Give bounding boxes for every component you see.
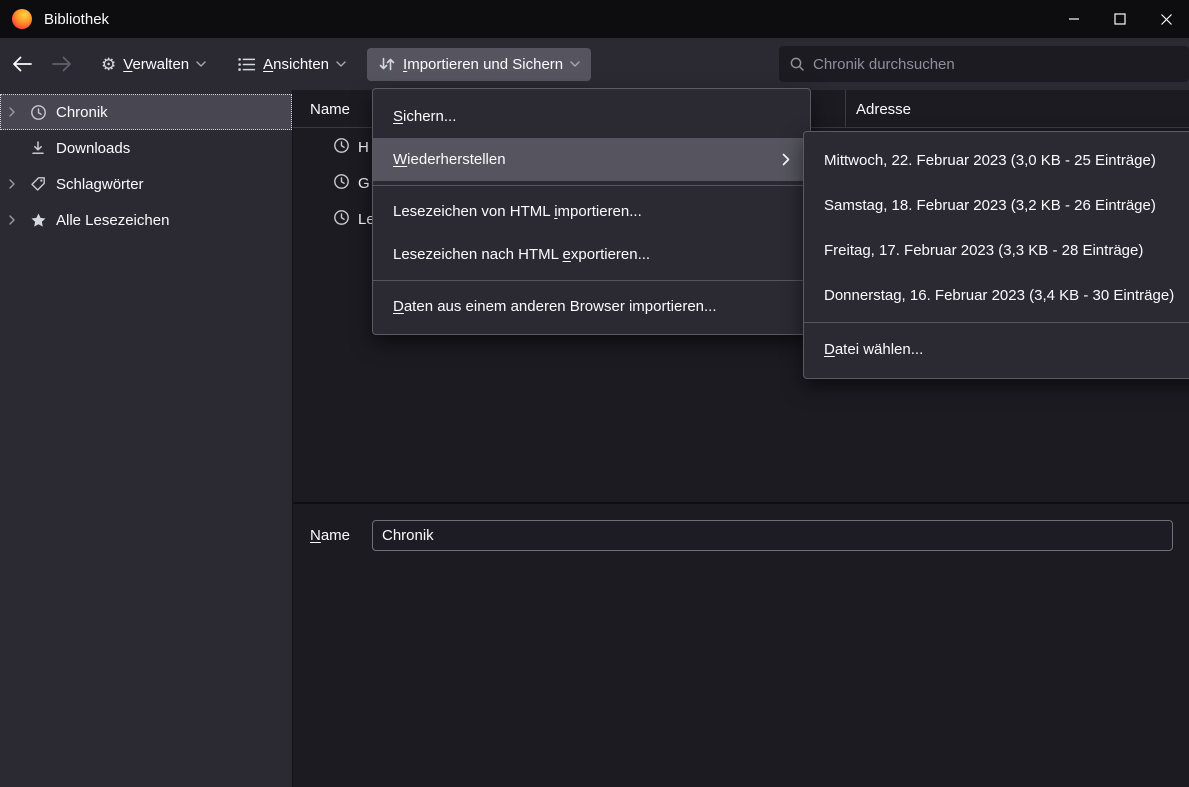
search-icon <box>789 56 805 72</box>
importieren-und-sichern-button[interactable]: Importieren und Sichern <box>367 48 591 81</box>
views-list-icon <box>238 57 256 72</box>
expand-chevron-icon[interactable] <box>8 106 20 118</box>
wiederherstellen-submenu: Mittwoch, 22. Februar 2023 (3,0 KB - 25 … <box>803 131 1189 379</box>
sidebar-item-downloads[interactable]: Downloads <box>0 130 292 166</box>
menu-separator <box>804 322 1189 323</box>
chevron-down-icon <box>336 61 346 67</box>
menu-item-label: Daten aus einem anderen Browser importie… <box>393 298 717 315</box>
submenu-item-datei-waehlen[interactable]: Datei wählen... <box>804 327 1189 372</box>
clock-icon <box>333 137 350 158</box>
menu-item-daten-importieren[interactable]: Daten aus einem anderen Browser importie… <box>373 285 810 328</box>
sidebar-item-label: Chronik <box>56 104 108 121</box>
ansichten-button[interactable]: Ansichten <box>227 48 357 81</box>
clock-icon <box>333 173 350 194</box>
download-icon <box>29 140 47 156</box>
close-button[interactable] <box>1143 0 1189 38</box>
minimize-button[interactable] <box>1051 0 1097 38</box>
menu-item-wiederherstellen[interactable]: Wiederherstellen <box>373 138 810 181</box>
maximize-button[interactable] <box>1097 0 1143 38</box>
menu-item-label: Sichern... <box>393 108 456 125</box>
menu-item-label: Lesezeichen von HTML importieren... <box>393 203 642 220</box>
expand-chevron-icon[interactable] <box>8 214 20 226</box>
submenu-item-backup-date[interactable]: Mittwoch, 22. Februar 2023 (3,0 KB - 25 … <box>804 138 1189 183</box>
star-icon <box>29 212 47 229</box>
titlebar: Bibliothek <box>0 0 1189 38</box>
column-header-name[interactable]: Name <box>310 90 350 128</box>
submenu-item-backup-date[interactable]: Freitag, 17. Februar 2023 (3,3 KB - 28 E… <box>804 228 1189 273</box>
search-input[interactable] <box>813 56 1179 73</box>
menu-item-label: Datei wählen... <box>824 341 923 358</box>
verwalten-button[interactable]: ⚙ Verwalten <box>90 48 217 81</box>
menu-item-label: Samstag, 18. Februar 2023 (3,2 KB - 26 E… <box>824 197 1156 214</box>
pane-splitter[interactable] <box>293 502 1189 504</box>
menu-separator <box>373 185 810 186</box>
window-title: Bibliothek <box>44 11 109 28</box>
history-row-label: H <box>358 139 369 156</box>
minimize-icon <box>1068 13 1080 25</box>
sidebar-item-schlagwoerter[interactable]: Schlagwörter <box>0 166 292 202</box>
toolbar: ⚙ Verwalten Ansichten Importieren und Si… <box>0 38 1189 90</box>
window-controls <box>1051 0 1189 38</box>
close-icon <box>1160 13 1173 26</box>
menu-item-label: Freitag, 17. Februar 2023 (3,3 KB - 28 E… <box>824 242 1143 259</box>
sidebar-item-label: Schlagwörter <box>56 176 144 193</box>
sidebar-item-label: Downloads <box>56 140 130 157</box>
clock-icon <box>29 104 47 121</box>
menu-item-label: Lesezeichen nach HTML exportieren... <box>393 246 650 263</box>
column-header-adresse[interactable]: Adresse <box>845 90 1189 128</box>
back-arrow-icon <box>11 55 33 73</box>
maximize-icon <box>1114 13 1126 25</box>
menu-item-sichern[interactable]: Sichern... <box>373 95 810 138</box>
forward-button[interactable] <box>44 46 80 82</box>
expand-chevron-icon[interactable] <box>8 178 20 190</box>
menu-item-lesezeichen-exportieren[interactable]: Lesezeichen nach HTML exportieren... <box>373 233 810 276</box>
detail-name-input[interactable] <box>372 520 1173 551</box>
sidebar-item-alle-lesezeichen[interactable]: Alle Lesezeichen <box>0 202 292 238</box>
menu-item-label: Donnerstag, 16. Februar 2023 (3,4 KB - 3… <box>824 287 1174 304</box>
menu-separator <box>373 280 810 281</box>
chevron-down-icon <box>196 61 206 67</box>
sidebar-item-label: Alle Lesezeichen <box>56 212 169 229</box>
chevron-down-icon <box>570 61 580 67</box>
importieren-und-sichern-label: Importieren und Sichern <box>403 56 563 73</box>
import-export-arrows-icon <box>378 56 396 72</box>
submenu-item-backup-date[interactable]: Samstag, 18. Februar 2023 (3,2 KB - 26 E… <box>804 183 1189 228</box>
ansichten-label: Ansichten <box>263 56 329 73</box>
sidebar: Chronik Downloads Schlagwörter Alle Lese… <box>0 90 293 787</box>
submenu-item-backup-date[interactable]: Donnerstag, 16. Februar 2023 (3,4 KB - 3… <box>804 273 1189 318</box>
back-button[interactable] <box>4 46 40 82</box>
firefox-logo-icon <box>12 9 32 29</box>
menu-item-lesezeichen-importieren[interactable]: Lesezeichen von HTML importieren... <box>373 190 810 233</box>
forward-arrow-icon <box>51 55 73 73</box>
clock-icon <box>333 209 350 230</box>
submenu-arrow-icon <box>782 153 790 166</box>
verwalten-label: Verwalten <box>123 56 189 73</box>
tag-icon <box>29 176 47 192</box>
gear-icon: ⚙ <box>101 56 116 73</box>
history-row-label: G <box>358 175 370 192</box>
importieren-und-sichern-menu: Sichern... Wiederherstellen Lesezeichen … <box>372 88 811 335</box>
sidebar-item-chronik[interactable]: Chronik <box>0 94 292 130</box>
menu-item-label: Mittwoch, 22. Februar 2023 (3,0 KB - 25 … <box>824 152 1156 169</box>
search-box <box>779 46 1189 82</box>
menu-item-label: Wiederherstellen <box>393 151 506 168</box>
detail-name-label: Name <box>310 527 350 544</box>
